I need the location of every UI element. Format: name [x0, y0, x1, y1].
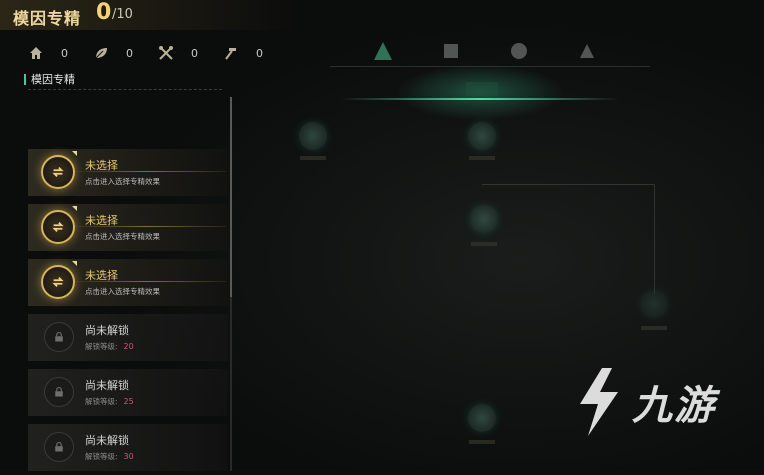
- resource-hammer: 0: [223, 45, 266, 61]
- tree-node-label: [641, 326, 667, 330]
- hammer-icon: [225, 48, 236, 60]
- mastery-slot-4[interactable]: 尚未解锁 解锁等级: 20: [28, 310, 228, 365]
- slot-name: 尚未解锁: [85, 324, 129, 337]
- slot-corner-marker: [72, 206, 77, 211]
- mastery-slot-2[interactable]: 未选择 点击进入选择专精效果: [28, 200, 228, 255]
- swap-icon: [41, 210, 75, 244]
- tree-node[interactable]: [470, 205, 498, 233]
- mastery-slot-list: 未选择 点击进入选择专精效果 未选择 点击进入选择专精效果 未选择 点击进入选择…: [28, 145, 228, 475]
- mastery-count-max: /10: [112, 7, 133, 22]
- mastery-slot-5[interactable]: 尚未解锁 解锁等级: 25: [28, 365, 228, 420]
- tree-connector: [482, 184, 654, 185]
- header-bar: 模因专精 0 /10: [0, 0, 300, 30]
- tree-node[interactable]: [299, 122, 327, 150]
- slot-name: 尚未解锁: [85, 434, 129, 447]
- slot-name: 未选择: [85, 269, 118, 282]
- tree-node-label: [300, 156, 326, 160]
- resource-value: 0: [126, 46, 133, 60]
- watermark: 九游: [572, 366, 716, 438]
- tree-node-label: [469, 156, 495, 160]
- tree-center-glow: [340, 98, 620, 100]
- lock-icon: [44, 322, 74, 352]
- section-divider: [28, 89, 222, 90]
- slot-desc: 点击进入选择专精效果: [85, 287, 160, 296]
- slot-name: 尚未解锁: [85, 379, 129, 392]
- resource-value: 0: [191, 46, 198, 60]
- tree-top-rule: [330, 66, 650, 67]
- tree-node-label: [471, 242, 497, 246]
- tree-tab-icon[interactable]: [372, 40, 394, 62]
- tree-tab-icon[interactable]: [508, 40, 530, 62]
- tree-node[interactable]: [468, 122, 496, 150]
- crossed-tools-icon: [159, 46, 173, 60]
- mastery-count-current: 0: [96, 0, 112, 25]
- section-title: 模因专精: [24, 74, 75, 85]
- tree-node[interactable]: [640, 290, 668, 318]
- swap-icon: [41, 155, 75, 189]
- unlock-level-label: 解锁等级:: [85, 342, 118, 351]
- home-icon: [30, 47, 42, 59]
- slot-desc: 解锁等级: 30: [85, 451, 134, 462]
- tree-node[interactable]: [468, 404, 496, 432]
- tree-tab-icon[interactable]: [576, 40, 598, 62]
- mastery-slot-3[interactable]: 未选择 点击进入选择专精效果: [28, 255, 228, 310]
- slot-name: 未选择: [85, 214, 118, 227]
- swap-icon: [41, 265, 75, 299]
- tree-node-label: [469, 440, 495, 444]
- slot-name: 未选择: [85, 159, 118, 172]
- resource-home: 0: [28, 45, 71, 61]
- resource-value: 0: [61, 46, 68, 60]
- slot-desc: 解锁等级: 20: [85, 341, 134, 352]
- list-scrollbar-thumb[interactable]: [230, 97, 232, 297]
- unlock-level-value: 30: [123, 452, 134, 461]
- slot-desc: 点击进入选择专精效果: [85, 177, 160, 186]
- resource-leaf: 0: [93, 45, 136, 61]
- tree-connector: [654, 184, 655, 294]
- unlock-level-value: 25: [123, 397, 134, 406]
- watermark-logo-icon: [580, 368, 618, 436]
- slot-corner-marker: [72, 261, 77, 266]
- unlock-level-value: 20: [123, 342, 134, 351]
- page-title: 模因专精: [13, 9, 82, 28]
- lock-icon: [44, 377, 74, 407]
- tree-tab-icon[interactable]: [440, 40, 462, 62]
- resource-value: 0: [256, 46, 263, 60]
- unlock-level-label: 解锁等级:: [85, 452, 118, 461]
- slot-corner-marker: [72, 151, 77, 156]
- unlock-level-label: 解锁等级:: [85, 397, 118, 406]
- lock-icon: [44, 432, 74, 462]
- resource-tools: 0: [158, 45, 201, 61]
- watermark-text: 九游: [632, 383, 716, 429]
- slot-desc: 解锁等级: 25: [85, 396, 134, 407]
- mastery-slot-6[interactable]: 尚未解锁 解锁等级: 30: [28, 420, 228, 475]
- resource-row: 0 0 0 0: [28, 44, 288, 62]
- leaf-icon: [95, 48, 107, 59]
- mastery-slot-1[interactable]: 未选择 点击进入选择专精效果: [28, 145, 228, 200]
- tree-center-node-label: [466, 82, 498, 96]
- slot-desc: 点击进入选择专精效果: [85, 232, 160, 241]
